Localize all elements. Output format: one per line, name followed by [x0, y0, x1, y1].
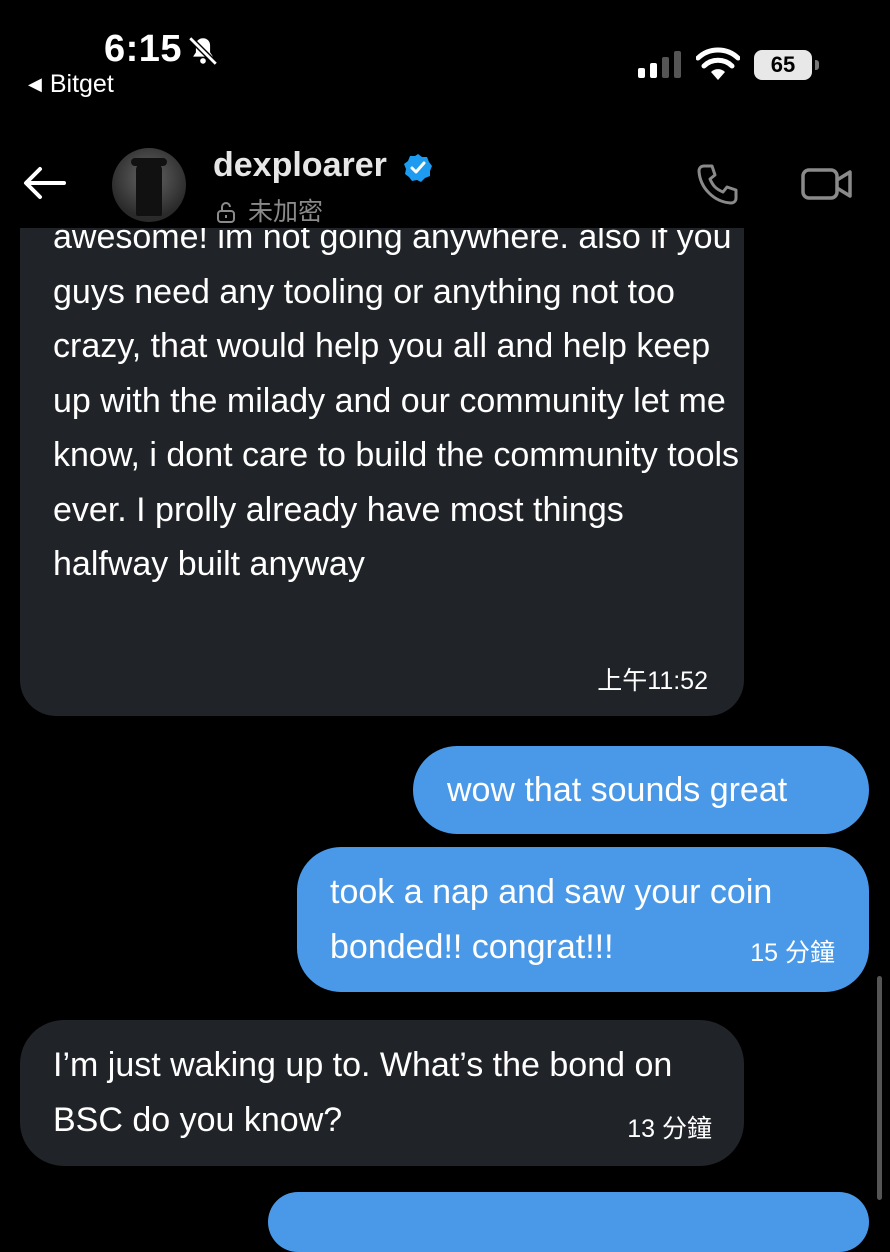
message-text: awesome! im not going anywhere. also if …	[53, 218, 740, 583]
message-time: 上午11:52	[597, 667, 708, 695]
message-bubble-incoming[interactable]: awesome! im not going anywhere. also if …	[20, 200, 744, 716]
encryption-status: 未加密	[216, 192, 323, 228]
video-icon[interactable]	[800, 166, 854, 202]
back-app-label: Bitget	[49, 70, 114, 98]
message-bubble-outgoing-partial[interactable]	[268, 1192, 869, 1252]
message-bubble-incoming[interactable]: I’m just waking up to. What’s the bond o…	[20, 1020, 744, 1166]
message-bubble-outgoing[interactable]: wow that sounds great	[413, 746, 869, 834]
verified-badge-icon	[404, 154, 432, 182]
encryption-status-label: 未加密	[248, 198, 324, 226]
battery-indicator: 65	[754, 50, 819, 80]
avatar-figure-shape	[136, 162, 162, 216]
message-time: 13 分鐘	[627, 1115, 712, 1143]
bell-slash-icon	[188, 36, 218, 66]
wifi-icon	[696, 47, 740, 80]
conversation-header: dexploarer 未加密	[0, 118, 890, 228]
avatar[interactable]	[112, 148, 186, 222]
phone-icon[interactable]	[696, 162, 740, 206]
message-time: 15 分鐘	[750, 939, 835, 967]
status-time: 6:15	[104, 28, 183, 70]
back-triangle-icon: ◀	[28, 74, 42, 94]
back-arrow-icon[interactable]	[22, 166, 68, 200]
back-to-app-link[interactable]: ◀ Bitget	[28, 70, 114, 99]
lock-open-icon	[217, 202, 235, 223]
message-bubble-outgoing[interactable]: took a nap and saw your coin bonded!! co…	[297, 847, 869, 992]
signal-icon	[638, 51, 681, 78]
message-text: wow that sounds great	[447, 771, 788, 809]
contact-name[interactable]: dexploarer	[213, 146, 387, 185]
scrollbar[interactable]	[877, 976, 882, 1200]
